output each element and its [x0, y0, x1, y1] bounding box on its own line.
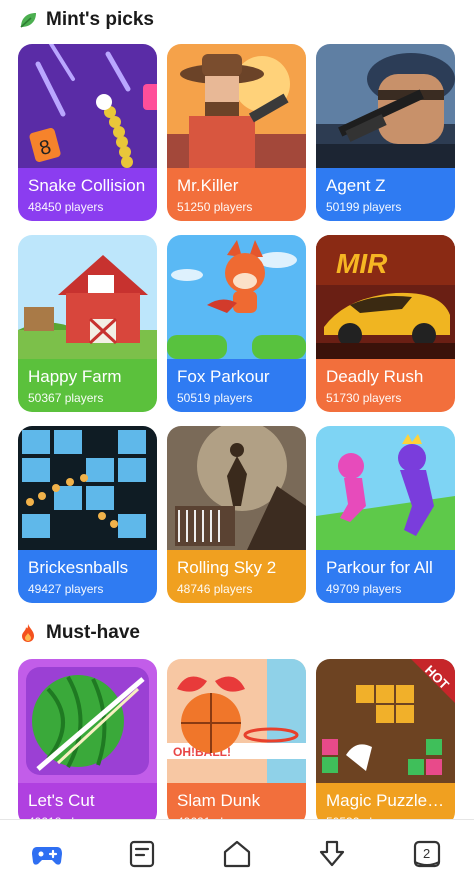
game-art: [316, 44, 455, 168]
game-card-parkour-for-all[interactable]: Parkour for All 49709 players: [316, 426, 455, 603]
game-info: Mr.Killer 51250 players: [167, 168, 306, 221]
game-info: Deadly Rush 51730 players: [316, 359, 455, 412]
game-art: [167, 235, 306, 359]
game-art: [167, 44, 306, 168]
game-name: Rolling Sky 2: [177, 558, 277, 577]
home-icon: [223, 840, 251, 867]
fire-icon: [18, 623, 38, 643]
game-art: [18, 235, 157, 359]
game-name: Slam Dunk: [177, 791, 261, 810]
download-icon: [319, 840, 344, 866]
game-players: 49709 players: [326, 582, 402, 596]
game-info: Agent Z 50199 players: [316, 168, 455, 221]
game-art: [18, 426, 157, 550]
gamepad-icon: [32, 846, 63, 865]
game-players: 50519 players: [177, 391, 253, 405]
nav-home[interactable]: [207, 824, 267, 884]
game-info: Rolling Sky 2 48746 players: [167, 550, 306, 603]
game-name: Agent Z: [326, 176, 386, 195]
game-players: 50367 players: [28, 391, 104, 405]
section-header-mints-picks: Mint's picks: [18, 9, 154, 31]
game-art: 8: [18, 44, 157, 168]
game-players: 48450 players: [28, 200, 104, 214]
nav-games[interactable]: [17, 824, 77, 884]
game-art: [167, 426, 306, 550]
nav-tabs[interactable]: 2: [397, 824, 457, 884]
game-name: Snake Collision: [28, 176, 146, 195]
game-players: 51250 players: [177, 200, 253, 214]
notes-icon: [130, 840, 155, 867]
game-name: Mr.Killer: [177, 176, 239, 195]
game-name: Happy Farm: [28, 367, 122, 386]
nav-notes[interactable]: [112, 824, 172, 884]
game-card-brickesnballs[interactable]: Brickesnballs 49427 players: [18, 426, 157, 603]
game-card-lets-cut[interactable]: Let's Cut 49218 players: [18, 659, 157, 826]
game-name: Deadly Rush: [326, 367, 424, 386]
nav-download[interactable]: [302, 824, 362, 884]
game-name: Let's Cut: [28, 791, 95, 810]
picks-grid: 8 Snake Collision 48450 players Mr.Kille…: [18, 44, 456, 603]
game-card-rolling-sky-2[interactable]: Rolling Sky 2 48746 players: [167, 426, 306, 603]
game-card-snake-collision[interactable]: 8 Snake Collision 48450 players: [18, 44, 157, 221]
musthave-grid: Let's Cut 49218 players OH!BALL! Slam Du…: [18, 659, 456, 826]
game-name: Brickesnballs: [28, 558, 129, 577]
tabs-count: 2: [422, 845, 431, 861]
game-info: Parkour for All 49709 players: [316, 550, 455, 603]
section-title: Must-have: [46, 622, 140, 643]
game-card-happy-farm[interactable]: Happy Farm 50367 players: [18, 235, 157, 412]
bottom-navigation: 2: [0, 819, 474, 887]
game-card-agent-z[interactable]: Agent Z 50199 players: [316, 44, 455, 221]
game-players: 48746 players: [177, 582, 253, 596]
game-name: Fox Parkour: [177, 367, 270, 386]
game-players: 50199 players: [326, 200, 402, 214]
game-info: Fox Parkour 50519 players: [167, 359, 306, 412]
section-header-must-have: Must-have: [18, 622, 140, 644]
game-players: 51730 players: [326, 391, 402, 405]
game-info: Brickesnballs 49427 players: [18, 550, 157, 603]
game-name: Parkour for All: [326, 558, 433, 577]
game-card-mr-killer[interactable]: Mr.Killer 51250 players: [167, 44, 306, 221]
game-info: Snake Collision 48450 players: [18, 168, 157, 221]
game-art: HOT: [316, 659, 455, 783]
game-art: MIR: [316, 235, 455, 359]
game-card-slam-dunk[interactable]: OH!BALL! Slam Dunk 49621 players: [167, 659, 306, 826]
game-players: 49427 players: [28, 582, 104, 596]
game-card-fox-parkour[interactable]: Fox Parkour 50519 players: [167, 235, 306, 412]
game-art: [316, 426, 455, 550]
game-card-magic-puzzle[interactable]: HOT Magic Puzzle ... 50532 players: [316, 659, 455, 826]
game-name: Magic Puzzle ...: [326, 791, 445, 810]
section-title: Mint's picks: [46, 9, 154, 30]
game-art: OH!BALL!: [167, 659, 306, 783]
game-info: Happy Farm 50367 players: [18, 359, 157, 412]
game-art: [18, 659, 157, 783]
leaf-icon: [18, 10, 38, 30]
svg-text:MIR: MIR: [336, 248, 388, 279]
game-card-deadly-rush[interactable]: MIR Deadly Rush 51730 players: [316, 235, 455, 412]
